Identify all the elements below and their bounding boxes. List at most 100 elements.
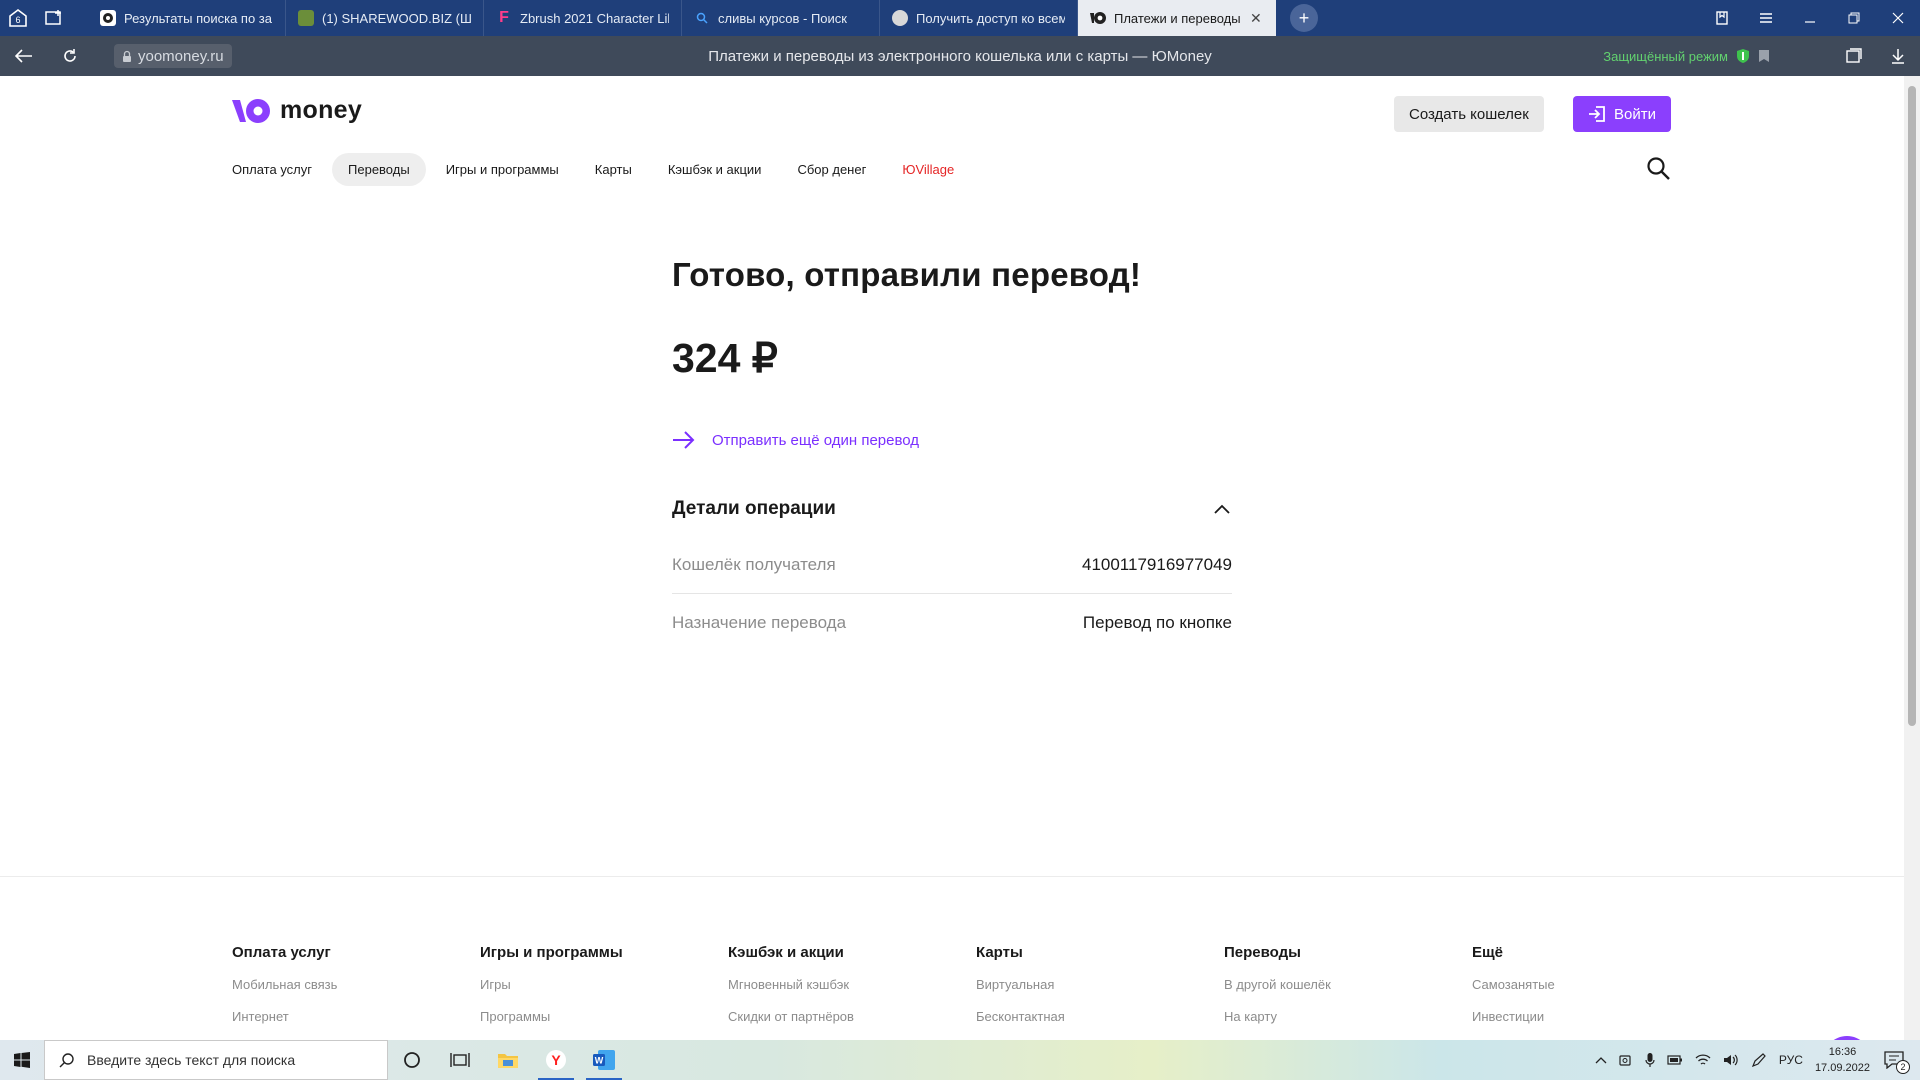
footer-heading[interactable]: Игры и программы: [480, 944, 728, 961]
transfer-result: Готово, отправили перевод! 324 ₽ Отправи…: [672, 256, 1232, 652]
task-view-icon[interactable]: [436, 1040, 484, 1080]
word-icon[interactable]: W: [580, 1040, 628, 1080]
new-tab-group-icon[interactable]: [36, 0, 72, 36]
secure-mode-label: Защищённый режим: [1603, 48, 1728, 64]
tab-title: Zbrush 2021 Character Lik: [520, 10, 669, 26]
site-footer: Оплата услуг Мобильная связь Интернет Иг…: [232, 944, 1720, 1040]
clock-time: 16:36: [1828, 1046, 1857, 1058]
footer-link[interactable]: Самозанятые: [1472, 977, 1720, 992]
footer-heading[interactable]: Оплата услуг: [232, 944, 480, 961]
create-wallet-button[interactable]: Создать кошелек: [1394, 96, 1544, 132]
login-icon: [1589, 106, 1605, 122]
footer-column: Кэшбэк и акции Мгновенный кэшбэк Скидки …: [728, 944, 976, 1040]
microphone-icon[interactable]: [1645, 1052, 1655, 1068]
login-label: Войти: [1614, 105, 1656, 123]
footer-link[interactable]: На карту: [1224, 1009, 1472, 1024]
footer-heading[interactable]: Переводы: [1224, 944, 1472, 961]
tab-count-button[interactable]: 6: [0, 0, 36, 36]
footer-link[interactable]: Мгновенный кэшбэк: [728, 977, 976, 992]
menu-item-games[interactable]: Игры и программы: [430, 153, 575, 186]
footer-column: Игры и программы Игры Программы: [480, 944, 728, 1040]
clock[interactable]: 16:36 17.09.2022: [1815, 1044, 1870, 1076]
yoomoney-logo[interactable]: money: [232, 96, 362, 125]
footer-link[interactable]: Программы: [480, 1009, 728, 1024]
menu-item-fundraising[interactable]: Сбор денег: [781, 153, 882, 186]
wifi-icon[interactable]: [1695, 1053, 1711, 1067]
menu-item-cashback[interactable]: Кэшбэк и акции: [652, 153, 778, 186]
menu-item-cards[interactable]: Карты: [579, 153, 648, 186]
lock-icon: [123, 50, 131, 62]
transfer-amount: 324 ₽: [672, 335, 778, 381]
close-window-icon[interactable]: [1876, 0, 1920, 36]
arrow-right-icon: [673, 431, 695, 449]
browser-tab-bar: 6 Результаты поиска по за (1) SHAREWOOD.…: [0, 0, 1920, 36]
shield-icon: [1737, 49, 1749, 63]
back-arrow-icon[interactable]: [6, 36, 42, 76]
close-tab-icon[interactable]: ✕: [1250, 10, 1264, 27]
browser-tab-active[interactable]: Платежи и переводы и ✕: [1078, 0, 1276, 36]
yoomoney-logo-icon: [232, 98, 270, 123]
menu-icon[interactable]: [1744, 0, 1788, 36]
svg-text:W: W: [595, 1056, 604, 1066]
browser-tab[interactable]: Получить доступ ко всем: [880, 0, 1078, 36]
main-menu: Оплата услуг Переводы Игры и программы К…: [232, 153, 974, 186]
footer-link[interactable]: В другой кошелёк: [1224, 977, 1472, 992]
new-tab-button[interactable]: +: [1290, 4, 1318, 32]
browser-tab[interactable]: Результаты поиска по за: [88, 0, 286, 36]
language-indicator[interactable]: РУС: [1779, 1053, 1803, 1067]
secure-mode-indicator[interactable]: Защищённый режим: [1603, 48, 1770, 64]
login-button[interactable]: Войти: [1573, 96, 1671, 132]
notifications-icon[interactable]: 2: [1882, 1048, 1910, 1074]
search-icon: [59, 1053, 74, 1068]
collections-icon[interactable]: [1832, 36, 1876, 76]
restore-icon[interactable]: [1832, 0, 1876, 36]
footer-link[interactable]: Игры: [480, 977, 728, 992]
file-explorer-icon[interactable]: [484, 1040, 532, 1080]
windows-taskbar: Введите здесь текст для поиска Y W РУС 1…: [0, 1040, 1920, 1080]
menu-item-yuvillage[interactable]: ЮVillage: [886, 153, 970, 186]
browser-tab[interactable]: F Zbrush 2021 Character Lik: [484, 0, 682, 36]
f-favicon-icon: F: [499, 9, 509, 26]
footer-link[interactable]: Мобильная связь: [232, 977, 480, 992]
download-icon[interactable]: [1876, 36, 1920, 76]
windows-start-icon[interactable]: [0, 1040, 44, 1080]
footer-heading[interactable]: Кэшбэк и акции: [728, 944, 976, 961]
tab-title: Получить доступ ко всем: [916, 10, 1065, 26]
footer-link[interactable]: Скидки от партнёров: [728, 1009, 976, 1024]
footer-link[interactable]: Бесконтактная: [976, 1009, 1224, 1024]
cortana-icon[interactable]: [388, 1040, 436, 1080]
menu-item-payments[interactable]: Оплата услуг: [232, 153, 328, 186]
footer-link[interactable]: Инвестиции: [1472, 1009, 1720, 1024]
chevron-up-icon: [1214, 504, 1230, 514]
menu-item-transfers[interactable]: Переводы: [332, 153, 426, 186]
chevron-up-icon[interactable]: [1595, 1056, 1607, 1064]
yandex-browser-icon[interactable]: Y: [532, 1040, 580, 1080]
web-page: money Создать кошелек Войти Оплата услуг…: [0, 76, 1904, 1040]
url-field[interactable]: yoomoney.ru: [114, 44, 232, 68]
bookmarks-panel-icon[interactable]: [1700, 0, 1744, 36]
footer-column: Оплата услуг Мобильная связь Интернет: [232, 944, 480, 1040]
notifications-count: 2: [1896, 1060, 1910, 1074]
browser-tab[interactable]: (1) SHAREWOOD.BIZ (Шер: [286, 0, 484, 36]
minimize-icon[interactable]: [1788, 0, 1832, 36]
site-header: money Создать кошелек Войти: [232, 96, 1672, 140]
details-row: Кошелёк получателя 4100117916977049: [672, 536, 1232, 594]
pen-icon[interactable]: [1751, 1053, 1767, 1067]
footer-heading[interactable]: Карты: [976, 944, 1224, 961]
bookmark-icon[interactable]: [1758, 49, 1770, 63]
footer-link[interactable]: Интернет: [232, 1009, 480, 1024]
search-icon[interactable]: [1646, 156, 1672, 182]
details-toggle[interactable]: Детали операции: [672, 498, 1232, 520]
volume-icon[interactable]: [1723, 1053, 1739, 1067]
page-scrollbar[interactable]: [1904, 76, 1920, 1040]
footer-heading[interactable]: Ещё: [1472, 944, 1720, 961]
footer-link[interactable]: Виртуальная: [976, 977, 1224, 992]
camera-icon[interactable]: [1619, 1053, 1633, 1067]
battery-icon[interactable]: [1667, 1054, 1683, 1066]
send-again-link[interactable]: Отправить ещё один перевод: [672, 430, 1232, 450]
browser-tab[interactable]: сливы курсов - Поиск: [682, 0, 880, 36]
tab-title: сливы курсов - Поиск: [718, 10, 847, 26]
reload-icon[interactable]: [52, 36, 88, 76]
taskbar-search-input[interactable]: Введите здесь текст для поиска: [44, 1040, 388, 1080]
scrollbar-thumb[interactable]: [1908, 86, 1916, 726]
